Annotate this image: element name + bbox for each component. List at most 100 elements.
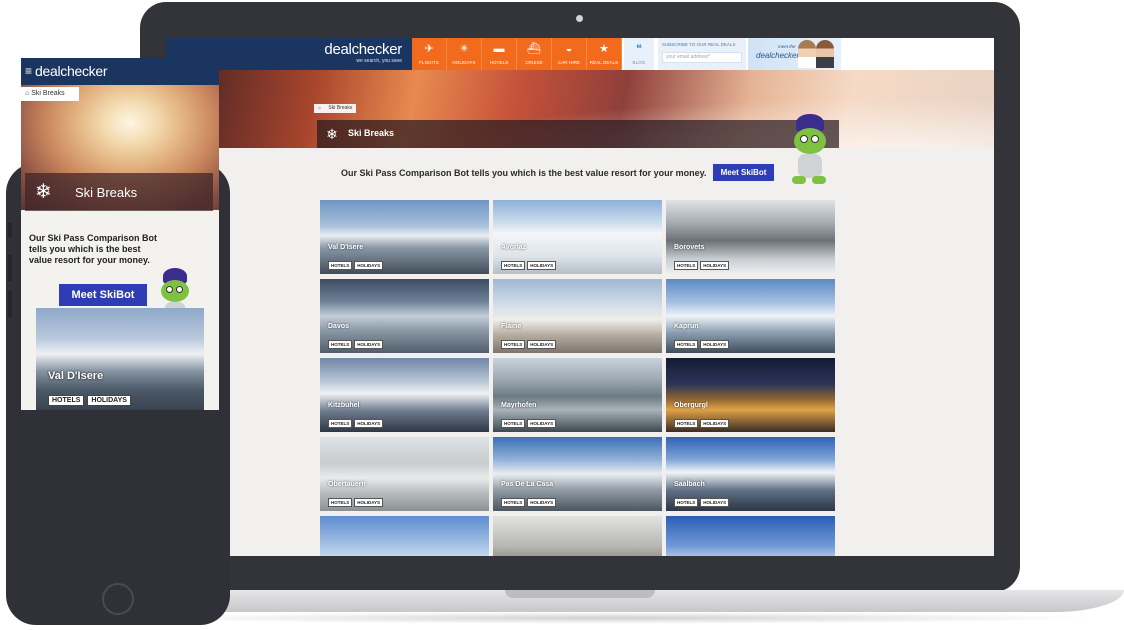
resort-tile[interactable] [493, 516, 662, 556]
resort-tile[interactable]: Kaprun HOTELS HOLIDAYS [666, 279, 835, 353]
tag-holidays[interactable]: HOLIDAYS [700, 261, 730, 270]
page-title: Ski Breaks [348, 128, 395, 138]
laptop-screen: dealchecker we search, you save ✈ FLIGHTS… [166, 38, 994, 556]
email-field[interactable]: your email address* [662, 52, 742, 63]
resort-name: Kaprun [674, 323, 699, 330]
meet-dealcheckers-banner[interactable]: meet the dealcheckers [748, 38, 841, 70]
tag-hotels[interactable]: HOTELS [328, 419, 353, 428]
resort-tile[interactable]: Borovets HOTELS HOLIDAYS [666, 200, 835, 274]
tag-hotels[interactable]: HOTELS [48, 395, 85, 406]
tag-hotels[interactable]: HOTELS [501, 419, 526, 428]
meet-label: meet the [778, 44, 796, 49]
nav-item-holidays[interactable]: ☀ HOLIDAYS [447, 38, 482, 70]
tag-hotels[interactable]: HOTELS [328, 261, 353, 270]
car-icon: ◒ [565, 43, 573, 55]
resort-tags: HOTELS HOLIDAYS [328, 340, 384, 349]
breadcrumb: ⌂ Ski Breaks [314, 104, 357, 113]
logo-tagline: we search, you save [356, 58, 402, 64]
nav-item-hotels[interactable]: ▬ HOTELS [482, 38, 517, 70]
tag-hotels[interactable]: HOTELS [674, 261, 699, 270]
laptop-shadow [130, 612, 1100, 624]
tag-hotels[interactable]: HOTELS [674, 340, 699, 349]
resort-tile[interactable]: Obergurgl HOTELS HOLIDAYS [666, 358, 835, 432]
resort-grid: Val D'Isere HOTELS HOLIDAYS Avoriaz HOTELS HO… [320, 200, 836, 556]
meet-brand: dealcheckers [756, 51, 804, 60]
tag-hotels[interactable]: HOTELS [674, 498, 699, 507]
nav-item-real-deals[interactable]: ★ REAL DEALS [587, 38, 622, 70]
nav-label: CRUISE [525, 60, 543, 65]
meet-skibot-button[interactable]: Meet SkiBot [713, 164, 774, 181]
resort-tile[interactable]: Pas De La Casa HOTELS HOLIDAYS [493, 437, 662, 511]
hamburger-menu-icon[interactable]: ≡ [25, 65, 32, 77]
resort-tile[interactable]: Mayrhofen HOTELS HOLIDAYS [493, 358, 662, 432]
tag-hotels[interactable]: HOTELS [501, 340, 526, 349]
tag-holidays[interactable]: HOLIDAYS [527, 340, 557, 349]
resort-tags: HOTELS HOLIDAYS [328, 498, 384, 507]
nav-item-car-hire[interactable]: ◒ CAR HIRE [552, 38, 587, 70]
resort-tile[interactable]: Flaine HOTELS HOLIDAYS [493, 279, 662, 353]
tag-holidays[interactable]: HOLIDAYS [354, 340, 384, 349]
tag-hotels[interactable]: HOTELS [674, 419, 699, 428]
mobile-resort-tile[interactable]: Val D'Isere HOTELS HOLIDAYS [36, 308, 204, 410]
nav-item-flights[interactable]: ✈ FLIGHTS [412, 38, 447, 70]
resort-name: Borovets [674, 244, 705, 251]
resort-tile[interactable] [666, 516, 835, 556]
resort-tile[interactable]: Obertauern HOTELS HOLIDAYS [320, 437, 489, 511]
phone-side-button [8, 255, 12, 281]
resort-tile[interactable]: Val D'Isere HOTELS HOLIDAYS [320, 200, 489, 274]
subscribe-box: SUBSCRIBE TO OUR REAL DEALS your email a… [658, 38, 746, 70]
tag-holidays[interactable]: HOLIDAYS [354, 261, 384, 270]
resort-tile[interactable]: Avoriaz HOTELS HOLIDAYS [493, 200, 662, 274]
tag-hotels[interactable]: HOTELS [328, 498, 353, 507]
nav-label: REAL DEALS [589, 60, 619, 65]
nav-item-blog[interactable]: ❝ BLOG [624, 38, 654, 70]
nav-item-cruise[interactable]: ⛴ CRUISE [517, 38, 552, 70]
tag-holidays[interactable]: HOLIDAYS [527, 419, 557, 428]
nav-label: HOTELS [489, 60, 509, 65]
resort-name: Flaine [501, 323, 522, 330]
tag-holidays[interactable]: HOLIDAYS [700, 419, 730, 428]
resort-tags: HOTELS HOLIDAYS [674, 498, 730, 507]
resort-name: Pas De La Casa [501, 481, 554, 488]
logo-text: dealchecker [324, 41, 402, 58]
resort-name: Avoriaz [501, 244, 527, 251]
skibot-mascot [788, 114, 844, 200]
tag-holidays[interactable]: HOLIDAYS [354, 419, 384, 428]
mobile-meet-skibot-button[interactable]: Meet SkiBot [59, 284, 147, 306]
mobile-breadcrumb-current: Ski Breaks [31, 90, 65, 97]
tag-holidays[interactable]: HOLIDAYS [700, 498, 730, 507]
tag-hotels[interactable]: HOTELS [501, 261, 526, 270]
resort-tags: HOTELS HOLIDAYS [501, 419, 557, 428]
mobile-title-band: ❄ Ski Breaks [25, 173, 213, 211]
resort-tile[interactable]: Davos HOTELS HOLIDAYS [320, 279, 489, 353]
home-icon[interactable]: ⌂ [318, 105, 321, 111]
mobile-logo[interactable]: dealchecker [35, 63, 108, 79]
phone-home-button [102, 583, 134, 615]
resort-name: Obertauern [328, 481, 366, 488]
tag-hotels[interactable]: HOTELS [328, 340, 353, 349]
phone-side-button [8, 291, 12, 317]
nav-label: HOLIDAYS [452, 60, 476, 65]
nav-label-blog: BLOG [632, 60, 646, 65]
resort-name: Saalbach [674, 481, 705, 488]
resort-tile[interactable]: Kitzbuhel HOTELS HOLIDAYS [320, 358, 489, 432]
tag-hotels[interactable]: HOTELS [501, 498, 526, 507]
tag-holidays[interactable]: HOLIDAYS [354, 498, 384, 507]
tag-holidays[interactable]: HOLIDAYS [527, 261, 557, 270]
speech-bubble-icon: ❝ [636, 43, 642, 55]
phone-side-button [8, 223, 12, 237]
resort-tags: HOTELS HOLIDAYS [501, 261, 557, 270]
skibot-intro: Our Ski Pass Comparison Bot tells you wh… [341, 168, 707, 178]
team-photo-2 [816, 40, 834, 68]
resort-tile[interactable] [320, 516, 489, 556]
snowflake-icon: ❄ [35, 181, 52, 203]
resort-tile[interactable]: Saalbach HOTELS HOLIDAYS [666, 437, 835, 511]
resort-tags: HOTELS HOLIDAYS [328, 261, 384, 270]
plane-icon: ✈ [424, 43, 434, 55]
tag-holidays[interactable]: HOLIDAYS [87, 395, 131, 406]
ship-icon: ⛴ [527, 43, 541, 55]
resort-name: Mayrhofen [501, 402, 537, 409]
tag-holidays[interactable]: HOLIDAYS [700, 340, 730, 349]
tag-holidays[interactable]: HOLIDAYS [527, 498, 557, 507]
resort-tags: HOTELS HOLIDAYS [674, 261, 730, 270]
